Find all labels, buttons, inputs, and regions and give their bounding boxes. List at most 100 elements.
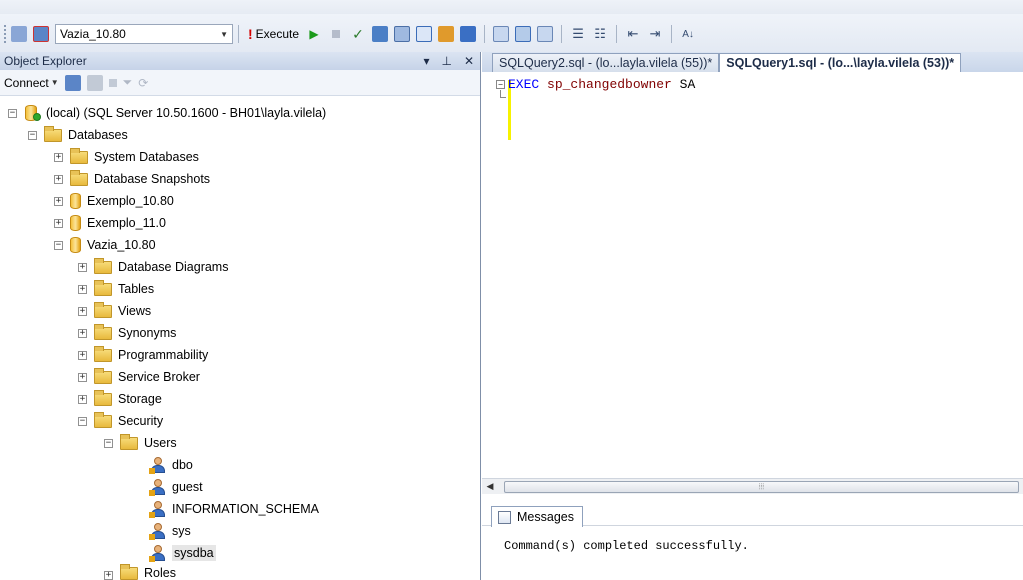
editor-tab-strip: SQLQuery2.sql - (lo...layla.vilela (55))… xyxy=(482,52,1023,72)
execute-button[interactable]: ! Execute xyxy=(244,24,303,44)
collapse-icon[interactable]: − xyxy=(54,240,63,250)
expand-icon[interactable]: + xyxy=(104,571,113,580)
tree-node-user-selected[interactable]: sysdba xyxy=(149,542,216,564)
tree-node-storage[interactable]: + Storage xyxy=(78,388,162,410)
tab-messages[interactable]: Messages xyxy=(491,506,583,528)
expand-icon[interactable]: + xyxy=(78,372,87,382)
tree-node-label: (local) (SQL Server 10.50.1600 - BH01\la… xyxy=(46,106,327,120)
query-editor[interactable]: − EXEC sp_changedbowner SA xyxy=(482,72,1023,478)
parse-icon[interactable]: ✓ xyxy=(348,24,368,44)
query-designer-icon[interactable] xyxy=(392,24,412,44)
collapse-icon[interactable]: − xyxy=(104,438,113,448)
debug-icon[interactable]: ▶ xyxy=(304,24,324,44)
editor-horizontal-scrollbar[interactable]: ◀ ⦙⦙⦙ xyxy=(482,478,1023,494)
database-icon xyxy=(70,215,81,231)
pin-icon[interactable]: ⊥ xyxy=(441,54,451,68)
object-explorer-title: Object Explorer xyxy=(4,54,87,68)
tree-node-user[interactable]: guest xyxy=(149,476,203,498)
collapse-icon[interactable]: − xyxy=(8,108,17,118)
expand-icon[interactable]: + xyxy=(78,306,87,316)
connect-label: Connect xyxy=(4,75,49,90)
expand-icon[interactable]: + xyxy=(78,394,87,404)
window-position-icon[interactable]: ▾ xyxy=(423,54,429,68)
connect-icon[interactable] xyxy=(64,74,81,91)
intellisense-icon[interactable] xyxy=(436,24,456,44)
collapse-icon[interactable]: − xyxy=(28,130,37,140)
tree-node-tables[interactable]: + Tables xyxy=(78,278,154,300)
tree-node-programmability[interactable]: + Programmability xyxy=(78,344,208,366)
close-icon[interactable]: ✕ xyxy=(464,54,474,68)
toolbar-separator xyxy=(561,25,563,43)
available-databases-value: Vazia_10.80 xyxy=(60,27,126,41)
expand-icon[interactable]: + xyxy=(78,328,87,338)
tree-node-server[interactable]: − (local) (SQL Server 10.50.1600 - BH01\… xyxy=(8,102,326,124)
tree-node-database[interactable]: + Exemplo_11.0 xyxy=(54,212,166,234)
tree-node-service-broker[interactable]: + Service Broker xyxy=(78,366,200,388)
expand-icon[interactable]: + xyxy=(78,262,87,272)
filter-icon[interactable]: ⏷ xyxy=(123,75,133,90)
tree-node-views[interactable]: + Views xyxy=(78,300,151,322)
main-toolbar: Vazia_10.80 ▼ ! Execute ▶ ✓ ☰ ☷ ⇤ ⇥ A↓ xyxy=(0,0,1023,52)
tree-node-label: Vazia_10.80 xyxy=(87,238,156,252)
increase-indent-icon[interactable]: ⇥ xyxy=(645,24,665,44)
tab-messages-label: Messages xyxy=(517,510,574,524)
tree-node-label: Database Snapshots xyxy=(94,172,211,186)
tree-node-database-snapshots[interactable]: + Database Snapshots xyxy=(54,168,210,190)
object-explorer-panel: Object Explorer ▾ ⊥ ✕ Connect ▼ ⏷ ⟳ − (l… xyxy=(0,52,481,580)
results-to-grid-icon[interactable] xyxy=(513,24,533,44)
collapse-icon[interactable]: − xyxy=(496,80,505,89)
folder-icon xyxy=(94,301,112,318)
tree-node-database-diagrams[interactable]: + Database Diagrams xyxy=(78,256,228,278)
cancel-query-icon[interactable] xyxy=(326,24,346,44)
estimated-plan-icon[interactable] xyxy=(370,24,390,44)
expand-icon[interactable]: + xyxy=(78,350,87,360)
include-plan-icon[interactable] xyxy=(458,24,478,44)
folder-icon xyxy=(94,411,112,428)
uncomment-icon[interactable]: ☷ xyxy=(590,24,610,44)
scrollbar-thumb[interactable]: ⦙⦙⦙ xyxy=(504,480,1019,493)
connect-dropdown[interactable]: Connect ▼ xyxy=(4,76,59,90)
tab-sqlquery1[interactable]: SQLQuery1.sql - (lo...\layla.vilela (53)… xyxy=(719,53,962,72)
disconnect-icon[interactable] xyxy=(86,74,103,91)
toolbar-separator xyxy=(671,25,673,43)
decrease-indent-icon[interactable]: ⇤ xyxy=(623,24,643,44)
refresh-icon[interactable]: ⟳ xyxy=(138,76,148,90)
expand-icon[interactable]: + xyxy=(78,284,87,294)
object-explorer-tree: − (local) (SQL Server 10.50.1600 - BH01\… xyxy=(0,102,480,580)
toolbar-grip[interactable] xyxy=(4,25,8,43)
available-databases-select[interactable]: Vazia_10.80 ▼ xyxy=(55,24,233,44)
query-options-icon[interactable] xyxy=(414,24,434,44)
results-to-file-icon[interactable] xyxy=(535,24,555,44)
tree-node-roles[interactable]: + Roles xyxy=(104,564,176,580)
code-line-1[interactable]: − EXEC sp_changedbowner SA xyxy=(496,77,695,92)
tree-node-synonyms[interactable]: + Synonyms xyxy=(78,322,176,344)
folder-icon xyxy=(94,257,112,274)
tree-node-system-databases[interactable]: + System Databases xyxy=(54,146,199,168)
expand-icon[interactable]: + xyxy=(54,174,63,184)
outline-line xyxy=(500,90,506,98)
tree-node-database[interactable]: − Vazia_10.80 xyxy=(54,234,156,256)
expand-icon[interactable]: + xyxy=(54,152,63,162)
tree-node-user[interactable]: INFORMATION_SCHEMA xyxy=(149,498,319,520)
expand-icon[interactable]: + xyxy=(54,196,63,206)
comment-icon[interactable]: ☰ xyxy=(568,24,588,44)
tab-sqlquery2[interactable]: SQLQuery2.sql - (lo...layla.vilela (55))… xyxy=(492,53,720,72)
tree-node-databases[interactable]: − Databases xyxy=(28,124,128,146)
expand-icon[interactable]: + xyxy=(54,218,63,228)
tree-node-database[interactable]: + Exemplo_10.80 xyxy=(54,190,174,212)
collapse-icon[interactable]: − xyxy=(78,416,87,426)
folder-icon xyxy=(94,323,112,340)
tree-node-label: INFORMATION_SCHEMA xyxy=(172,502,319,516)
object-explorer-connect-icon[interactable] xyxy=(9,24,29,44)
tree-node-security[interactable]: − Security xyxy=(78,410,163,432)
tree-node-user[interactable]: sys xyxy=(149,520,191,542)
tree-node-label: Roles xyxy=(144,566,176,580)
results-tab-strip: Messages xyxy=(482,498,1023,528)
tree-node-users[interactable]: − Users xyxy=(104,432,177,454)
scroll-left-icon[interactable]: ◀ xyxy=(482,481,498,492)
change-connection-icon[interactable] xyxy=(31,24,51,44)
specify-values-icon[interactable]: A↓ xyxy=(678,24,698,44)
stop-icon[interactable] xyxy=(108,78,117,87)
results-to-text-icon[interactable] xyxy=(491,24,511,44)
tree-node-user[interactable]: dbo xyxy=(149,454,193,476)
